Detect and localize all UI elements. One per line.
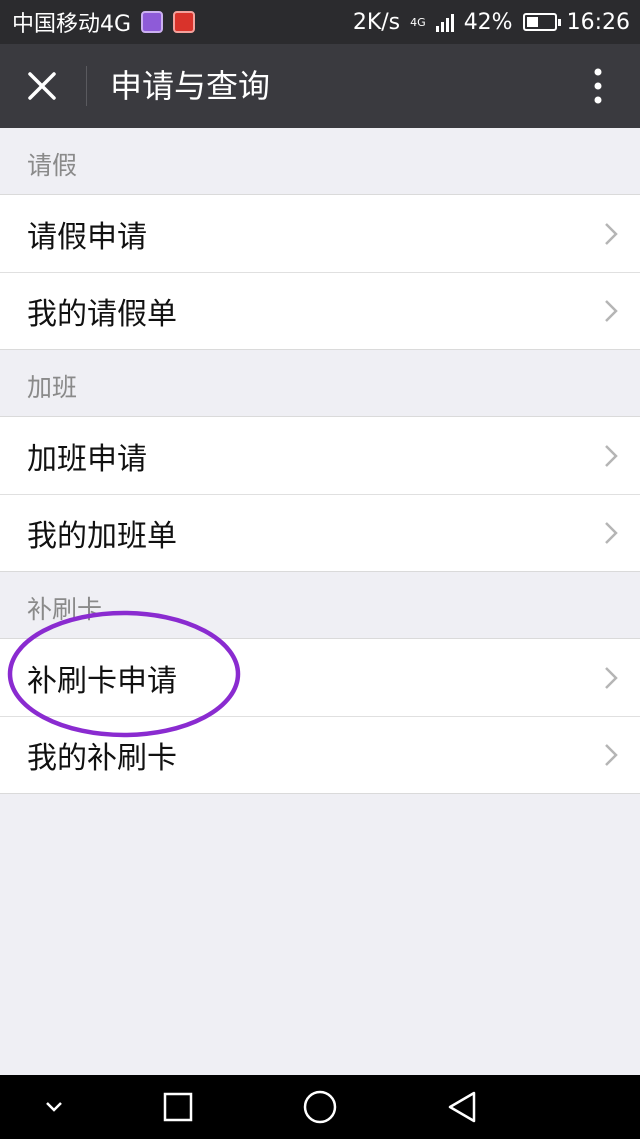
list-item-card-swipe-apply[interactable]: 补刷卡申请 xyxy=(0,639,640,716)
chevron-right-icon xyxy=(604,444,618,468)
status-right: 2K/s 4G 42% 16:26 xyxy=(353,10,630,35)
section-header-card-swipe: 补刷卡 xyxy=(27,595,103,624)
battery-percent: 42% xyxy=(463,9,513,35)
network-speed: 2K/s xyxy=(352,9,401,35)
chevron-right-icon xyxy=(604,666,618,690)
list-item-my-overtime[interactable]: 我的加班单 xyxy=(0,494,640,571)
list-item-label: 请假申请 xyxy=(27,219,147,255)
list-group-card-swipe: 补刷卡申请 我的补刷卡 xyxy=(0,638,640,794)
gallery-notification-icon xyxy=(141,11,164,33)
more-vertical-icon xyxy=(594,68,602,104)
list-item-my-leave[interactable]: 我的请假单 xyxy=(0,272,640,349)
chevron-right-icon xyxy=(604,743,618,767)
list-item-label: 补刷卡申请 xyxy=(27,663,177,699)
status-bar: 中国移动4G 2K/s 4G 42% 16:26 xyxy=(0,0,640,44)
app-notification-icon xyxy=(173,11,196,33)
status-left: 中国移动4G xyxy=(12,6,196,38)
home-icon xyxy=(303,1090,337,1124)
recent-apps-icon xyxy=(163,1092,193,1122)
section-header-leave: 请假 xyxy=(27,151,78,180)
battery-icon xyxy=(522,13,561,31)
carrier-label: 中国移动4G xyxy=(12,12,132,37)
network-tag: 4G xyxy=(410,15,426,29)
list-item-overtime-apply[interactable]: 加班申请 xyxy=(0,417,640,494)
recent-apps-button[interactable] xyxy=(156,1085,200,1129)
list-item-leave-apply[interactable]: 请假申请 xyxy=(0,195,640,272)
chevron-right-icon xyxy=(604,521,618,545)
list-item-label: 我的加班单 xyxy=(27,519,177,554)
signal-bars-icon xyxy=(435,12,454,32)
list-item-label: 我的补刷卡 xyxy=(27,741,177,776)
signal-icon: 4G xyxy=(410,17,426,28)
page-title: 申请与查询 xyxy=(110,67,271,105)
back-icon xyxy=(448,1091,476,1123)
section-header-overtime: 加班 xyxy=(27,373,78,402)
hide-nav-button[interactable] xyxy=(32,1085,76,1129)
system-nav-bar xyxy=(0,1075,640,1139)
close-button[interactable] xyxy=(14,58,70,114)
list-item-my-card-swipe[interactable]: 我的补刷卡 xyxy=(0,716,640,793)
back-button[interactable] xyxy=(440,1085,484,1129)
more-button[interactable] xyxy=(578,58,618,114)
chevron-right-icon xyxy=(604,299,618,323)
home-button[interactable] xyxy=(298,1085,342,1129)
list-group-overtime: 加班申请 我的加班单 xyxy=(0,416,640,572)
clock: 16:26 xyxy=(566,9,630,35)
nav-divider xyxy=(86,66,87,106)
list-item-label: 我的请假单 xyxy=(27,297,177,332)
chevron-down-icon xyxy=(46,1102,62,1112)
close-icon xyxy=(28,72,56,100)
chevron-right-icon xyxy=(604,222,618,246)
list-item-label: 加班申请 xyxy=(27,441,147,477)
nav-bar: 申请与查询 xyxy=(0,44,640,128)
list-group-leave: 请假申请 我的请假单 xyxy=(0,194,640,350)
